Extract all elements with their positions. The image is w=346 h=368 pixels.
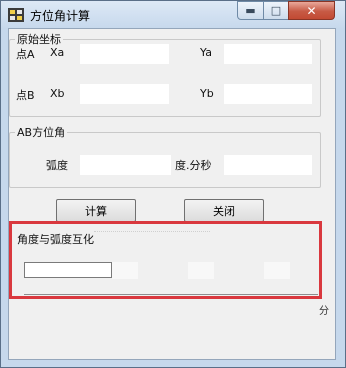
original-coordinates-legend: 原始坐标 [17, 33, 61, 46]
yb-input[interactable] [224, 84, 312, 104]
close-button[interactable]: 关闭 [184, 199, 264, 222]
calculate-button[interactable]: 计算 [56, 199, 136, 222]
ya-input[interactable] [224, 44, 312, 64]
close-icon: ✕ [306, 3, 317, 18]
calculate-button-label: 计算 [85, 204, 107, 218]
dms-output[interactable] [224, 155, 312, 175]
radian-output[interactable] [80, 155, 171, 175]
ya-label: Ya [200, 46, 212, 59]
yb-label: Yb [200, 87, 214, 100]
point-b-label: 点B [16, 89, 35, 102]
xb-label: Xb [50, 87, 65, 100]
radian-label: 弧度 [46, 159, 68, 172]
clipped-label: 分 [319, 306, 329, 317]
dms-label: 度.分秒 [175, 159, 212, 172]
minimize-icon: ▬ [245, 4, 256, 17]
maximize-icon: □ [270, 4, 282, 17]
window-title: 方位角计算 [30, 9, 91, 23]
highlight-box [9, 221, 322, 299]
xb-input[interactable] [80, 84, 169, 104]
close-button-label: 关闭 [213, 204, 235, 218]
minimize-button[interactable]: ▬ [237, 1, 264, 20]
title-bar[interactable]: 方位角计算 ▬ □ ✕ [1, 1, 345, 29]
calculator-icon [8, 8, 24, 22]
xa-input[interactable] [80, 44, 169, 64]
xa-label: Xa [50, 46, 65, 59]
ab-azimuth-legend: AB方位角 [17, 126, 66, 139]
point-a-label: 点A [16, 48, 35, 61]
maximize-button[interactable]: □ [263, 1, 289, 20]
close-window-button[interactable]: ✕ [288, 1, 335, 20]
